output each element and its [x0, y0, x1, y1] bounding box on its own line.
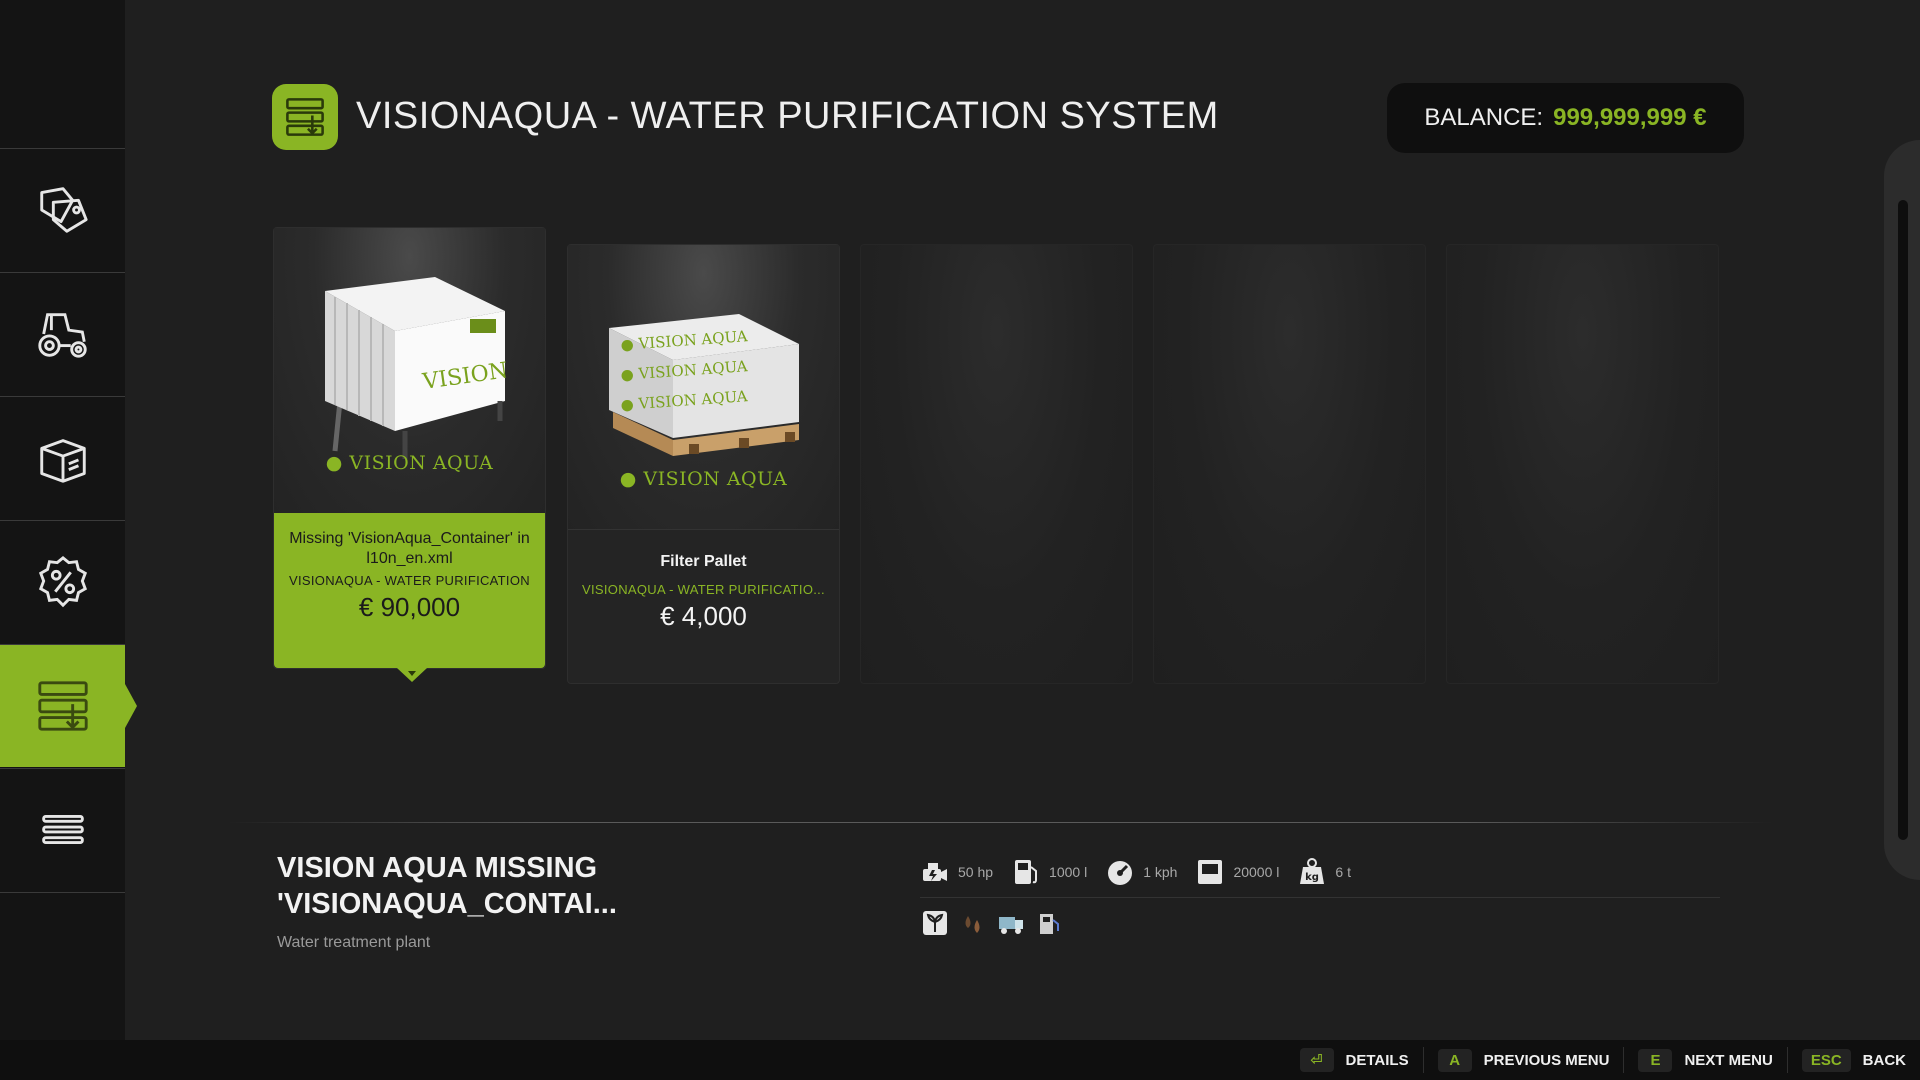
spec-weight: kg 6 t — [1297, 857, 1351, 887]
empty-item-slot — [1446, 244, 1719, 684]
item-price: € 90,000 — [358, 592, 461, 622]
truck-icon — [999, 917, 1023, 934]
page-title: VISIONAQUA - WATER PURIFICATION SYSTEM — [356, 95, 1219, 137]
sidebar-divider — [0, 892, 125, 893]
balance-display: BALANCE: 999,999,999 € — [1387, 83, 1744, 153]
list-menu-icon — [41, 815, 84, 845]
bottom-bar: ⏎ DETAILS A PREVIOUS MENU E NEXT MENU ES… — [0, 1040, 1920, 1080]
details-title: VISION AQUA MISSING 'VISIONAQUA_CONTAI..… — [277, 852, 617, 920]
hint-label: NEXT MENU — [1684, 1051, 1773, 1069]
hint-label: DETAILS — [1345, 1051, 1409, 1069]
sales-tag-icon — [39, 187, 88, 233]
selection-indicator — [397, 668, 427, 682]
scrollbar[interactable] — [1898, 200, 1908, 840]
key-badge: A — [1437, 1048, 1472, 1072]
hint-label: PREVIOUS MENU — [1483, 1051, 1610, 1069]
filter-pallet-image: ● VISION AQUA ● VISION AQUA ● VISION AQU… — [608, 313, 799, 456]
power-icon — [923, 863, 947, 881]
balance-value: 999,999,999 € — [1553, 104, 1707, 131]
weight-icon: kg — [1300, 858, 1325, 884]
plant-growth-icon — [923, 911, 947, 935]
spec-list: 50 hp 1000 l 1 kph 20000 l kg 6 t — [920, 855, 1351, 889]
item-name: Filter Pallet — [660, 553, 747, 570]
sidebar-item-list[interactable] — [0, 768, 125, 891]
hint-back[interactable]: ESC BACK — [1788, 1047, 1906, 1073]
spec-value: 1000 l — [1049, 864, 1088, 880]
production-storage-icon — [37, 681, 88, 731]
card-footer: Filter Pallet VISIONAQUA - WATER PURIFIC… — [568, 529, 839, 683]
fuel-icon — [1015, 860, 1038, 884]
hint-label: BACK — [1862, 1051, 1906, 1069]
enter-key-icon: ⏎ — [1299, 1048, 1334, 1072]
key-badge: E — [1638, 1048, 1673, 1072]
scroll-rail — [1884, 140, 1920, 880]
spec-capacity: 20000 l — [1195, 857, 1279, 887]
spec-value: 6 t — [1335, 864, 1351, 880]
item-category: VISIONAQUA - WATER PURIFICATION — [289, 573, 530, 588]
capacity-icon — [1198, 860, 1223, 884]
percent-icon — [38, 555, 87, 608]
speedometer-icon — [1108, 861, 1133, 885]
item-category: VISIONAQUA - WATER PURIFICATIO... — [582, 582, 825, 597]
details-description: Water treatment plant — [277, 934, 431, 951]
brand-logo: ● VISION AQUA — [568, 468, 839, 490]
fuel-station-icon — [1040, 914, 1059, 934]
spec-fuel: 1000 l — [1011, 857, 1087, 887]
key-badge: ESC — [1801, 1048, 1851, 1072]
details-divider — [228, 822, 1772, 823]
sidebar-item-objects[interactable] — [0, 396, 125, 519]
production-storage-icon — [286, 98, 324, 136]
shop-item-card[interactable]: ● VISION AQUA ● VISION AQUA ● VISION AQU… — [567, 244, 840, 684]
hint-details[interactable]: ⏎ DETAILS — [1286, 1047, 1424, 1073]
svg-text:kg: kg — [1305, 872, 1319, 883]
water-drops-icon — [965, 916, 980, 933]
box-icon — [39, 439, 86, 483]
brand-logo: ● VISION AQUA — [274, 452, 545, 474]
spec-value: 20000 l — [1233, 864, 1280, 880]
input-hints: ⏎ DETAILS A PREVIOUS MENU E NEXT MENU ES… — [1286, 1040, 1906, 1080]
leaf-icon: ● — [619, 468, 644, 490]
brand-label: VISION AQUA — [643, 468, 788, 490]
container-image: VISION — [324, 277, 509, 459]
item-price: € 4,000 — [660, 601, 747, 631]
brand-label: VISION AQUA — [349, 452, 494, 474]
leaf-icon: ● — [325, 452, 350, 474]
spec-value: 50 hp — [958, 864, 994, 880]
shop-item-card[interactable]: VISION ● VISION AQUA Missing 'VisionAqua… — [273, 227, 546, 669]
spec-separator — [920, 897, 1720, 898]
spec-power: 50 hp — [920, 857, 993, 887]
tractor-icon — [37, 313, 87, 358]
empty-item-slot — [860, 244, 1133, 684]
item-name: Missing 'VisionAqua_Container' in l10n_e… — [289, 530, 530, 567]
empty-item-slot — [1153, 244, 1426, 684]
card-footer: Missing 'VisionAqua_Container' in l10n_e… — [274, 513, 545, 668]
sidebar-item-sales-offers[interactable] — [0, 520, 125, 643]
balance-label: BALANCE: — [1424, 104, 1544, 131]
sidebar-item-production[interactable] — [0, 644, 137, 767]
hint-next-menu[interactable]: E NEXT MENU — [1624, 1047, 1788, 1073]
sidebar-item-sales[interactable] — [0, 148, 125, 271]
hint-previous-menu[interactable]: A PREVIOUS MENU — [1424, 1047, 1625, 1073]
sidebar — [0, 0, 137, 1040]
fill-type-list — [920, 908, 1064, 938]
sidebar-item-vehicles[interactable] — [0, 272, 125, 395]
spec-value: 1 kph — [1143, 864, 1178, 880]
category-icon-badge — [272, 84, 338, 150]
spec-speed: 1 kph — [1105, 857, 1177, 887]
